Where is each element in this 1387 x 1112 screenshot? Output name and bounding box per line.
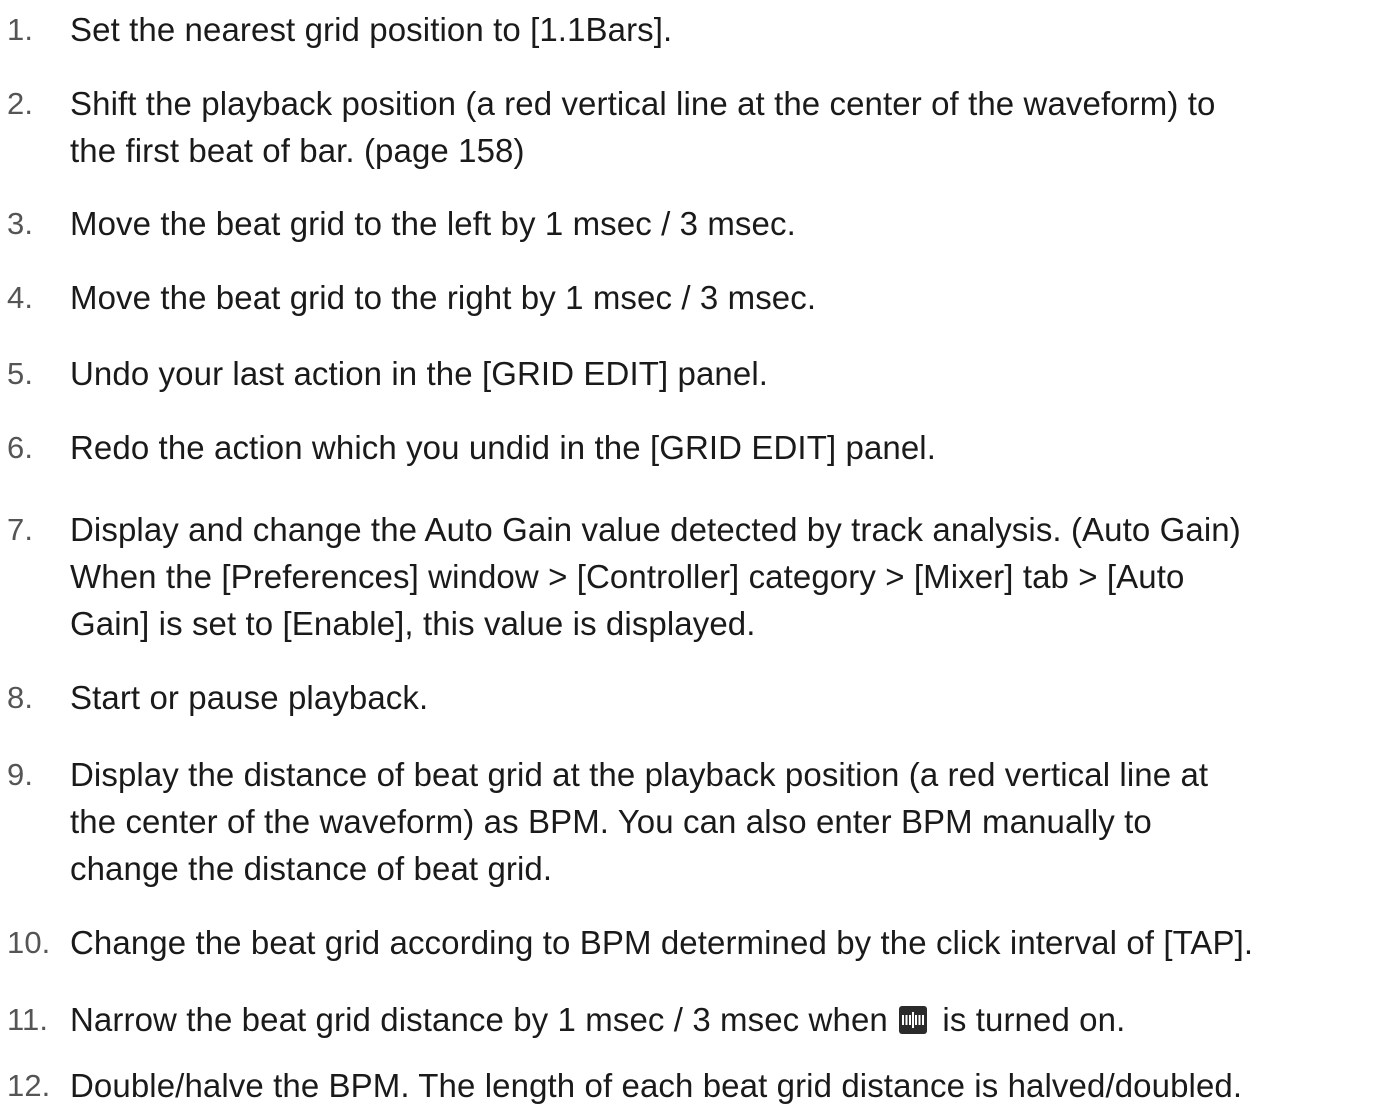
item-number: 4. bbox=[7, 280, 34, 315]
item-text: When the [Preferences] window > [Control… bbox=[70, 558, 1185, 595]
item-text: Gain] is set to [Enable], this value is … bbox=[70, 605, 756, 642]
item-text: Double/halve the BPM. The length of each… bbox=[70, 1067, 1243, 1104]
item-text: Display the distance of beat grid at the… bbox=[70, 756, 1209, 793]
item-text: Undo your last action in the [GRID EDIT]… bbox=[70, 355, 769, 392]
item-number: 12. bbox=[7, 1068, 51, 1103]
item-number: 10. bbox=[7, 925, 51, 960]
list-item-8: 8. Start or pause playback. bbox=[0, 674, 1387, 721]
list-item-1: 1. Set the nearest grid position to [1.1… bbox=[0, 6, 1387, 53]
item-text: Redo the action which you undid in the [… bbox=[70, 429, 937, 466]
list-item-4: 4. Move the beat grid to the right by 1 … bbox=[0, 274, 1387, 321]
item-number: 3. bbox=[7, 206, 34, 241]
grid-adjust-icon bbox=[899, 1006, 928, 1034]
list-item-10: 10. Change the beat grid according to BP… bbox=[0, 919, 1387, 966]
item-text: Move the beat grid to the left by 1 msec… bbox=[70, 205, 796, 242]
item-number: 11. bbox=[7, 1002, 49, 1037]
item-text: the center of the waveform) as BPM. You … bbox=[70, 803, 1152, 840]
item-text: is turned on. bbox=[942, 1001, 1126, 1038]
item-text: Set the nearest grid position to [1.1Bar… bbox=[70, 11, 673, 48]
item-number: 9. bbox=[7, 757, 34, 792]
list-item-9: 9. Display the distance of beat grid at … bbox=[0, 751, 1387, 892]
item-number: 5. bbox=[7, 356, 34, 391]
item-text: change the distance of beat grid. bbox=[70, 850, 553, 887]
list-item-7: 7. Display and change the Auto Gain valu… bbox=[0, 506, 1387, 647]
list-item-11: 11. Narrow the beat grid distance by 1 m… bbox=[0, 996, 1387, 1043]
item-number: 2. bbox=[7, 86, 34, 121]
list-item-12: 12. Double/halve the BPM. The length of … bbox=[0, 1062, 1387, 1109]
list-item-2: 2. Shift the playback position (a red ve… bbox=[0, 80, 1387, 174]
item-number: 7. bbox=[7, 512, 34, 547]
item-text: Move the beat grid to the right by 1 mse… bbox=[70, 279, 817, 316]
item-number: 6. bbox=[7, 430, 34, 465]
list-item-5: 5. Undo your last action in the [GRID ED… bbox=[0, 350, 1387, 397]
item-text: Shift the playback position (a red verti… bbox=[70, 85, 1216, 122]
item-number: 1. bbox=[7, 12, 34, 47]
item-text-with-icon: Narrow the beat grid distance by 1 msec … bbox=[70, 996, 1387, 1043]
item-text: Start or pause playback. bbox=[70, 679, 429, 716]
item-number: 8. bbox=[7, 680, 34, 715]
list-item-3: 3. Move the beat grid to the left by 1 m… bbox=[0, 200, 1387, 247]
list-item-6: 6. Redo the action which you undid in th… bbox=[0, 424, 1387, 471]
item-text: Display and change the Auto Gain value d… bbox=[70, 511, 1241, 548]
item-text: Change the beat grid according to BPM de… bbox=[70, 924, 1254, 961]
item-text: the first beat of bar. (page 158) bbox=[70, 132, 525, 169]
item-text: Narrow the beat grid distance by 1 msec … bbox=[70, 1001, 888, 1038]
